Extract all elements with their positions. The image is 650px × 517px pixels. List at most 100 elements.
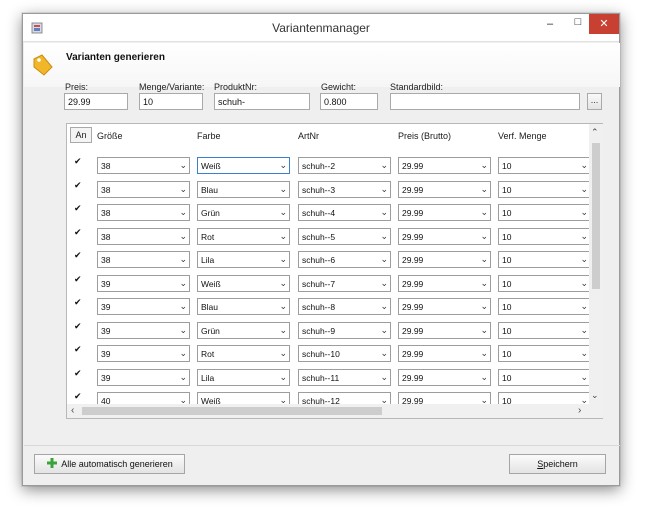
menge-field[interactable]: 10 <box>139 93 203 110</box>
close-button[interactable]: ✕ <box>589 14 619 34</box>
an-checkbox[interactable]: ✔ <box>74 321 84 331</box>
farbe-value: Weiß <box>201 161 221 171</box>
produktnr-label: ProduktNr: <box>214 82 258 92</box>
preis-dropdown[interactable]: 29.99 ⌄ <box>398 157 491 174</box>
horizontal-scrollbar[interactable]: ‹ › <box>67 404 589 418</box>
menge-dropdown[interactable]: 10 ⌄ <box>498 345 591 362</box>
farbe-dropdown[interactable]: Blau ⌄ <box>197 180 290 198</box>
scroll-left-icon[interactable]: ‹ <box>71 405 74 416</box>
artnr-dropdown[interactable]: schuh--8 ⌄ <box>298 298 391 315</box>
preis-field[interactable]: 29.99 <box>64 93 128 110</box>
column-header-artnr[interactable]: ArtNr <box>298 131 319 141</box>
an-checkbox[interactable]: ✔ <box>74 227 84 237</box>
menge-dropdown[interactable]: 10 ⌄ <box>498 251 591 268</box>
menge-dropdown[interactable]: 10 ⌄ <box>498 321 591 339</box>
an-checkbox[interactable]: ✔ <box>74 203 84 213</box>
preis-dropdown[interactable]: 29.99 ⌄ <box>398 345 491 362</box>
menge-dropdown[interactable]: 10 ⌄ <box>498 157 591 174</box>
column-header-groesse[interactable]: Größe <box>97 131 123 141</box>
preis-dropdown[interactable]: 29.99 ⌄ <box>398 204 491 221</box>
an-checkbox[interactable]: ✔ <box>74 368 84 378</box>
chevron-down-icon: ⌄ <box>580 230 588 241</box>
farbe-dropdown[interactable]: Weiß ⌄ <box>197 157 290 174</box>
an-checkbox[interactable]: ✔ <box>74 250 84 260</box>
artnr-dropdown[interactable]: schuh--3 ⌄ <box>298 180 391 198</box>
groesse-dropdown[interactable]: 38 ⌄ <box>97 227 190 245</box>
preis-dropdown[interactable]: 29.99 ⌄ <box>398 227 491 245</box>
artnr-dropdown[interactable]: schuh--6 ⌄ <box>298 251 391 268</box>
an-checkbox[interactable]: ✔ <box>74 344 84 354</box>
farbe-dropdown[interactable]: Lila ⌄ <box>197 368 290 386</box>
artnr-dropdown[interactable]: schuh--2 ⌄ <box>298 157 391 174</box>
menge-dropdown[interactable]: 10 ⌄ <box>498 180 591 198</box>
artnr-dropdown[interactable]: schuh--7 ⌄ <box>298 274 391 292</box>
menge-dropdown[interactable]: 10 ⌄ <box>498 274 591 292</box>
farbe-dropdown[interactable]: Lila ⌄ <box>197 251 290 268</box>
farbe-value: Grün <box>201 325 220 336</box>
menge-value: 10 <box>502 231 512 242</box>
preis-dropdown[interactable]: 29.99 ⌄ <box>398 298 491 315</box>
chevron-down-icon: ⌄ <box>279 230 287 241</box>
groesse-dropdown[interactable]: 39 ⌄ <box>97 368 190 386</box>
farbe-dropdown[interactable]: Grün ⌄ <box>197 321 290 339</box>
farbe-dropdown[interactable]: Grün ⌄ <box>197 204 290 221</box>
column-header-preis[interactable]: Preis (Brutto) <box>398 131 451 141</box>
scroll-down-icon[interactable]: ⌄ <box>591 390 599 401</box>
menge-dropdown[interactable]: 10 ⌄ <box>498 204 591 221</box>
menge-value: 10 <box>502 208 512 218</box>
title-bar: Variantenmanager – □ ✕ <box>23 14 619 42</box>
groesse-dropdown[interactable]: 39 ⌄ <box>97 298 190 315</box>
an-checkbox[interactable]: ✔ <box>74 297 84 307</box>
farbe-dropdown[interactable]: Blau ⌄ <box>197 298 290 315</box>
groesse-dropdown[interactable]: 39 ⌄ <box>97 345 190 362</box>
vertical-scrollbar[interactable]: ⌃ ⌄ <box>589 124 603 418</box>
save-button[interactable]: Speichern <box>509 454 606 474</box>
menge-dropdown[interactable]: 10 ⌄ <box>498 368 591 386</box>
farbe-dropdown[interactable]: Rot ⌄ <box>197 227 290 245</box>
an-checkbox[interactable]: ✔ <box>74 274 84 284</box>
generate-all-button[interactable]: Alle automatisch generieren <box>34 454 185 474</box>
an-checkbox[interactable]: ✔ <box>74 180 84 190</box>
artnr-dropdown[interactable]: schuh--9 ⌄ <box>298 321 391 339</box>
groesse-dropdown[interactable]: 38 ⌄ <box>97 180 190 198</box>
preis-dropdown[interactable]: 29.99 ⌄ <box>398 274 491 292</box>
menge-value: 10 <box>502 302 512 312</box>
minimize-button[interactable]: – <box>535 18 565 38</box>
farbe-dropdown[interactable]: Rot ⌄ <box>197 345 290 362</box>
column-header-farbe[interactable]: Farbe <box>197 131 221 141</box>
chevron-down-icon: ⌄ <box>380 301 388 311</box>
menge-dropdown[interactable]: 10 ⌄ <box>498 298 591 315</box>
vertical-scroll-thumb[interactable] <box>592 143 600 289</box>
browse-button[interactable]: ... <box>587 93 602 110</box>
preis-dropdown[interactable]: 29.99 ⌄ <box>398 321 491 339</box>
groesse-dropdown[interactable]: 38 ⌄ <box>97 204 190 221</box>
preis-dropdown[interactable]: 29.99 ⌄ <box>398 251 491 268</box>
artnr-dropdown[interactable]: schuh--11 ⌄ <box>298 368 391 386</box>
plus-icon <box>47 458 58 468</box>
artnr-dropdown[interactable]: schuh--4 ⌄ <box>298 204 391 221</box>
column-header-an[interactable]: An <box>70 127 92 143</box>
artnr-value: schuh--3 <box>302 184 336 195</box>
artnr-value: schuh--11 <box>302 372 340 383</box>
gewicht-field[interactable]: 0.800 <box>320 93 378 110</box>
groesse-dropdown[interactable]: 38 ⌄ <box>97 251 190 268</box>
standardbild-field[interactable] <box>390 93 580 110</box>
chevron-down-icon: ⌄ <box>380 277 388 288</box>
column-header-menge[interactable]: Verf. Menge <box>498 131 547 141</box>
farbe-dropdown[interactable]: Weiß ⌄ <box>197 274 290 292</box>
artnr-dropdown[interactable]: schuh--10 ⌄ <box>298 345 391 362</box>
groesse-dropdown[interactable]: 38 ⌄ <box>97 157 190 174</box>
artnr-dropdown[interactable]: schuh--5 ⌄ <box>298 227 391 245</box>
groesse-dropdown[interactable]: 39 ⌄ <box>97 274 190 292</box>
produktnr-field[interactable]: schuh- <box>214 93 310 110</box>
menge-dropdown[interactable]: 10 ⌄ <box>498 227 591 245</box>
an-checkbox[interactable]: ✔ <box>74 156 84 166</box>
preis-dropdown[interactable]: 29.99 ⌄ <box>398 368 491 386</box>
horizontal-scroll-thumb[interactable] <box>82 407 382 415</box>
scroll-up-icon[interactable]: ⌃ <box>591 127 599 138</box>
scroll-right-icon[interactable]: › <box>578 405 581 416</box>
chevron-down-icon: ⌄ <box>380 160 388 170</box>
groesse-dropdown[interactable]: 39 ⌄ <box>97 321 190 339</box>
an-checkbox[interactable]: ✔ <box>74 391 84 401</box>
preis-dropdown[interactable]: 29.99 ⌄ <box>398 180 491 198</box>
